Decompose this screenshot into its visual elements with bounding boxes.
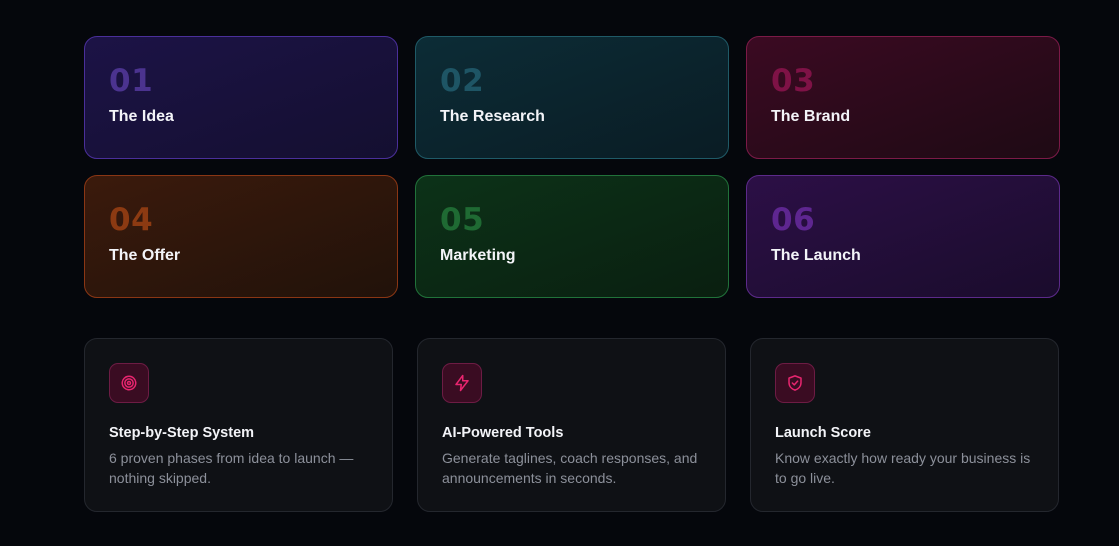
feature-title: Launch Score — [775, 425, 871, 441]
phase-number: 01 — [109, 63, 154, 99]
phase-number: 04 — [109, 202, 154, 238]
feature-description: Know exactly how ready your business is … — [775, 450, 1031, 486]
feature-card-step-by-step: Step-by-Step System 6 proven phases from… — [84, 338, 393, 512]
phase-title: The Offer — [109, 247, 181, 264]
phase-number: 06 — [771, 202, 816, 238]
phase-title: The Research — [440, 108, 545, 125]
feature-title: AI-Powered Tools — [442, 425, 564, 441]
feature-grid: Step-by-Step System 6 proven phases from… — [84, 338, 1059, 512]
lightning-icon — [442, 363, 482, 403]
phase-card-research[interactable]: 02 The Research — [415, 36, 729, 159]
phase-card-brand[interactable]: 03 The Brand — [746, 36, 1060, 159]
target-icon — [109, 363, 149, 403]
phase-number: 05 — [440, 202, 485, 238]
phase-number: 02 — [440, 63, 485, 99]
feature-description: 6 proven phases from idea to launch — no… — [109, 450, 354, 486]
feature-card-ai-tools: AI-Powered Tools Generate taglines, coac… — [417, 338, 726, 512]
phase-grid: 01 The Idea 02 The Research 03 The Brand… — [84, 36, 1060, 298]
phase-number: 03 — [771, 63, 816, 99]
phase-title: The Launch — [771, 247, 861, 264]
shield-check-icon — [775, 363, 815, 403]
phase-card-offer[interactable]: 04 The Offer — [84, 175, 398, 298]
phase-card-marketing[interactable]: 05 Marketing — [415, 175, 729, 298]
feature-card-launch-score: Launch Score Know exactly how ready your… — [750, 338, 1059, 512]
feature-title: Step-by-Step System — [109, 425, 255, 441]
phase-title: The Brand — [771, 108, 851, 125]
phase-title: Marketing — [440, 247, 516, 264]
phase-card-launch[interactable]: 06 The Launch — [746, 175, 1060, 298]
feature-description: Generate taglines, coach responses, and … — [442, 450, 698, 486]
phase-card-idea[interactable]: 01 The Idea — [84, 36, 398, 159]
phase-title: The Idea — [109, 108, 174, 125]
page: 01 The Idea 02 The Research 03 The Brand… — [0, 0, 1119, 546]
